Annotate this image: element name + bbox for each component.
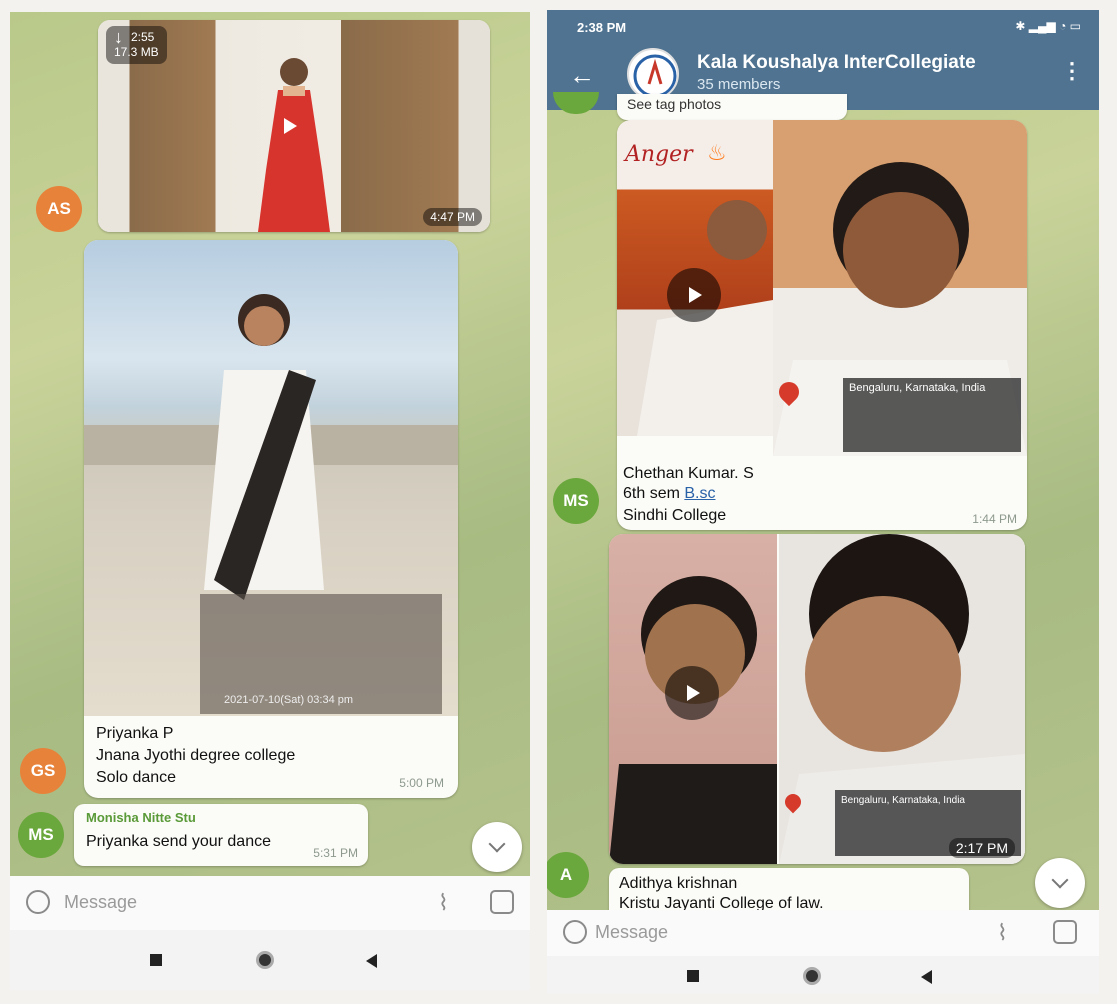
photo-message[interactable]: Bengaluru, Karnataka, India 2:17 PM (609, 534, 1025, 864)
photo-message[interactable]: Anger ♨ Bengaluru, Karnataka, India Chet… (617, 120, 1027, 530)
status-time: 2:38 PM (577, 20, 627, 35)
message-time: 5:00 PM (399, 776, 444, 790)
home-icon[interactable] (803, 967, 821, 985)
photo-timestamp-overlay: 2021-07-10(Sat) 03:34 pm (200, 594, 442, 714)
course-link[interactable]: B.sc (684, 485, 715, 502)
partial-message[interactable]: See tag photos (617, 94, 847, 120)
group-title[interactable]: Kala Koushalya InterCollegiate (697, 52, 976, 74)
message-time: 5:31 PM (313, 846, 358, 860)
photo[interactable]: Bengaluru, Karnataka, India (773, 120, 1027, 456)
recent-apps-icon[interactable] (150, 954, 162, 966)
photo-timestamp: 2021-07-10(Sat) 03:34 pm (224, 694, 354, 706)
video-size: 17.3 MB (114, 45, 159, 59)
caption-course-prefix: 6th sem (623, 485, 685, 502)
message-input[interactable]: Message (595, 922, 668, 943)
photo[interactable]: 2021-07-10(Sat) 03:34 pm (84, 240, 458, 716)
message-input[interactable]: Message (64, 892, 137, 913)
play-icon (687, 685, 700, 701)
play-button[interactable] (665, 666, 719, 720)
chevron-down-icon (488, 835, 506, 853)
caption-event: Solo dance (96, 769, 177, 786)
caption-course: 6th sem B.sc (623, 484, 715, 504)
emoji-icon[interactable] (26, 890, 50, 914)
status-icons: ✱ ▂▄▆ ◔ ▭ (1015, 19, 1081, 33)
scroll-down-button[interactable] (1035, 858, 1085, 908)
play-icon (689, 287, 702, 303)
home-icon[interactable] (256, 951, 274, 969)
caption-name: Chethan Kumar. S (623, 465, 754, 482)
attach-icon[interactable]: ⌇ (997, 920, 1008, 946)
text-message[interactable]: Monisha Nitte Stu Priyanka send your dan… (74, 804, 368, 866)
geo-location: Bengaluru, Karnataka, India (849, 382, 986, 394)
avatar[interactable]: A (547, 852, 589, 898)
attach-icon[interactable]: ⌇ (438, 890, 449, 916)
avatar[interactable]: GS (20, 748, 66, 794)
group-avatar[interactable] (627, 48, 679, 100)
photo[interactable]: Bengaluru, Karnataka, India 2:17 PM (779, 534, 1025, 864)
sender-name: Monisha Nitte Stu (86, 810, 196, 825)
play-icon[interactable] (284, 118, 297, 134)
chevron-down-icon (1051, 871, 1069, 889)
video-message[interactable]: ↓ 2:55 17.3 MB 4:47 PM (98, 20, 490, 232)
message-time: 4:47 PM (423, 208, 482, 226)
caption-name: Priyanka P (96, 725, 174, 742)
text-message[interactable]: Adithya krishnan Kristu Jayanti College … (609, 868, 969, 916)
geo-location: Bengaluru, Karnataka, India (841, 795, 965, 806)
recent-apps-icon[interactable] (687, 970, 699, 982)
avatar (553, 92, 599, 114)
avatar[interactable]: MS (18, 812, 64, 858)
back-icon[interactable] (921, 970, 932, 984)
message-input-bar[interactable]: Message ⌇ (547, 910, 1099, 956)
message-text: See tag photos (627, 96, 722, 112)
message-time: 1:44 PM (972, 512, 1017, 526)
camera-icon[interactable] (1053, 920, 1077, 944)
system-nav-bar (547, 956, 1099, 994)
back-arrow-icon[interactable]: ← (569, 60, 595, 91)
scroll-down-button[interactable] (472, 822, 522, 872)
group-logo-icon (633, 54, 677, 98)
caption-college: Sindhi College (623, 507, 727, 524)
message-input-bar[interactable]: Message ⌇ (10, 876, 530, 930)
camera-icon[interactable] (490, 890, 514, 914)
video-thumbnail[interactable]: Anger ♨ (617, 120, 773, 436)
system-nav-bar (10, 930, 530, 990)
back-icon[interactable] (366, 954, 377, 968)
more-options-icon[interactable]: ⋮ (1061, 58, 1083, 84)
caption-college: Jnana Jyothi degree college (96, 747, 296, 764)
emoji-icon[interactable] (563, 920, 587, 944)
download-icon: ↓ (114, 27, 123, 47)
geo-tag: Bengaluru, Karnataka, India (843, 378, 1021, 452)
message-time: 2:17 PM (948, 838, 1015, 858)
avatar[interactable]: AS (36, 186, 82, 232)
left-phone-screen: ↓ 2:55 17.3 MB 4:47 PM AS 2021-07-10(Sat… (10, 12, 530, 990)
video-duration: 2:55 (131, 30, 155, 44)
caption-name: Adithya krishnan (619, 875, 738, 892)
play-button[interactable] (667, 268, 721, 322)
member-count: 35 members (697, 76, 781, 93)
avatar[interactable]: MS (553, 478, 599, 524)
download-badge[interactable]: ↓ 2:55 17.3 MB (106, 26, 167, 64)
photo-message[interactable]: 2021-07-10(Sat) 03:34 pm Priyanka P Jnan… (84, 240, 458, 798)
message-text: Priyanka send your dance (86, 833, 271, 850)
right-phone-screen: 2:38 PM ✱ ▂▄▆ ◔ ▭ ← Kala Koushalya Inter… (547, 10, 1099, 994)
video-thumbnail[interactable] (609, 534, 777, 864)
